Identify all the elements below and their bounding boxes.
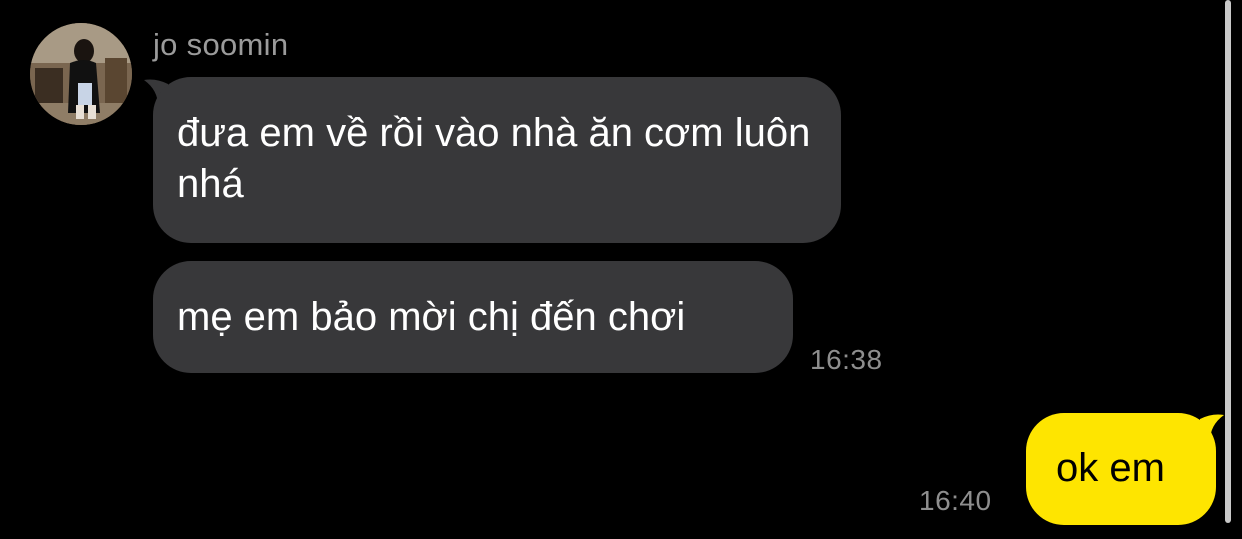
scrollbar[interactable]: [1225, 0, 1231, 523]
avatar[interactable]: [30, 23, 132, 125]
message-timestamp: 16:40: [919, 485, 992, 516]
avatar-photo: [30, 23, 132, 125]
message-timestamp: 16:38: [810, 344, 883, 375]
sender-name: jo soomin: [153, 27, 289, 62]
incoming-message-bubble[interactable]: mẹ em bảo mời chị đến chơi: [153, 261, 793, 373]
incoming-message-bubble[interactable]: đưa em về rồi vào nhà ăn cơm luôn nhá: [153, 77, 841, 243]
outgoing-message-bubble[interactable]: ok em: [1026, 413, 1216, 525]
message-text: ok em: [1056, 446, 1165, 490]
chat-view: jo soomin đưa em về rồi vào nhà ăn cơm l…: [0, 0, 1242, 539]
message-text: đưa em về rồi vào nhà ăn cơm luôn nhá: [177, 111, 811, 206]
message-text: mẹ em bảo mời chị đến chơi: [177, 295, 686, 339]
